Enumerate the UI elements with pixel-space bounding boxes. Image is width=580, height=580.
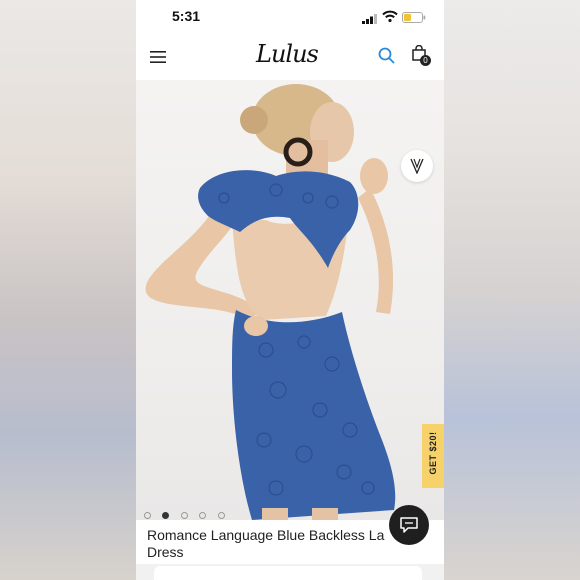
status-bar: 5:31 (136, 0, 444, 34)
bottom-card[interactable] (154, 566, 422, 580)
chat-icon (400, 517, 418, 533)
wishlist-button[interactable] (401, 150, 433, 182)
arrow-right-icon[interactable] (400, 574, 410, 580)
blurred-backdrop-right (444, 0, 580, 580)
pager-dot[interactable] (199, 512, 207, 519)
menu-icon[interactable] (150, 50, 166, 68)
phone-screen: 5:31 Lulus 0 GET $20! Romance Language B… (136, 0, 444, 580)
promo-tab[interactable]: GET $20! (422, 424, 444, 488)
model-photo (145, 84, 396, 520)
site-header: Lulus 0 (136, 34, 444, 80)
promo-tab-label: GET $20! (428, 431, 438, 475)
status-time: 5:31 (172, 8, 201, 24)
cellular-signal-icon (362, 11, 378, 29)
pager-dot[interactable] (217, 512, 225, 519)
product-image[interactable] (136, 80, 444, 520)
pager-dot-active[interactable] (162, 512, 170, 519)
cart-count-badge: 0 (420, 55, 431, 66)
wifi-icon (382, 9, 398, 27)
site-logo[interactable]: Lulus (256, 40, 319, 68)
pager-dot[interactable] (180, 512, 188, 519)
blurred-backdrop-left (0, 0, 136, 580)
search-icon[interactable] (378, 47, 395, 69)
product-title: Romance Language Blue Backless La Dress (147, 527, 385, 560)
battery-icon (402, 10, 426, 28)
pager-dot[interactable] (144, 512, 151, 519)
image-pager (144, 506, 232, 520)
heart-tag-icon (410, 158, 424, 174)
chat-button[interactable] (389, 505, 429, 545)
